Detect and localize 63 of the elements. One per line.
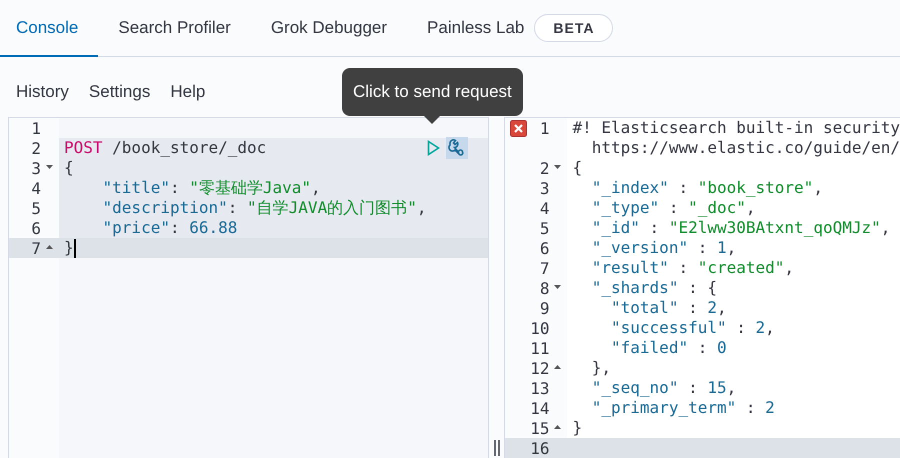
code-line: "_index" : "book_store", xyxy=(590,178,823,198)
tooltip: Click to send request xyxy=(342,68,523,116)
menu-link[interactable]: Settings xyxy=(88,82,150,102)
tab[interactable]: Painless Lab xyxy=(407,0,524,57)
line-number: 4 xyxy=(31,178,41,198)
fold-caret-icon[interactable] xyxy=(554,425,562,429)
code-line: "failed" : 0 xyxy=(610,338,727,358)
tab[interactable]: Console xyxy=(0,0,98,57)
code-line: "_seq_no" : 15, xyxy=(590,378,736,398)
line-number: 14 xyxy=(530,398,550,418)
line-number: 5 xyxy=(31,198,41,218)
tab[interactable]: Search Profiler xyxy=(98,0,251,57)
fold-caret-icon[interactable] xyxy=(46,165,53,169)
code-line: { xyxy=(64,158,74,178)
code-line: } xyxy=(64,238,74,258)
line-number: 2 xyxy=(540,158,550,178)
fold-caret-icon[interactable] xyxy=(554,165,562,169)
line-number: 16 xyxy=(530,438,550,458)
code-line: "_id" : "E2lww30BAtxnt_qoQMJz", xyxy=(590,218,890,238)
line-number: 11 xyxy=(530,338,550,358)
line-number: 6 xyxy=(31,218,41,238)
code-line: "result" : "created", xyxy=(590,258,794,278)
code-line: { xyxy=(572,158,582,178)
code-line: #! Elasticsearch built-in security xyxy=(572,118,900,138)
beta-badge: BETA xyxy=(534,14,614,42)
code-line: "description": "自学JAVA的入门图书", xyxy=(102,198,426,218)
line-number: 13 xyxy=(530,378,550,398)
code-line: "_version" : 1, xyxy=(590,238,736,258)
code-line: "total" : 2, xyxy=(610,298,727,318)
line-number: 1 xyxy=(540,118,550,138)
code-line: "successful" : 2, xyxy=(610,318,775,338)
tooltip-arrow-icon xyxy=(424,116,440,124)
line-number: 6 xyxy=(540,238,550,258)
code-line: https://www.elastic.co/guide/en/ xyxy=(590,138,900,158)
fold-caret-icon[interactable] xyxy=(554,365,562,369)
code-line: "_type" : "_doc", xyxy=(590,198,756,218)
code-line: } xyxy=(572,418,582,438)
line-number: 4 xyxy=(540,198,550,218)
code-line: POST /book_store/_doc xyxy=(64,138,266,158)
line-number: 2 xyxy=(31,138,41,158)
line-number: 8 xyxy=(540,278,550,298)
code-line: }, xyxy=(590,358,612,378)
line-number: 3 xyxy=(31,158,41,178)
line-number: 7 xyxy=(540,258,550,278)
menu-link[interactable]: History xyxy=(16,82,69,102)
code-line: "title": "零基础学Java", xyxy=(102,178,321,198)
resize-handle-icon[interactable] xyxy=(494,440,500,456)
code-line: "_primary_term" : 2 xyxy=(590,398,775,418)
line-number: 7 xyxy=(31,238,41,258)
code-line: "price": 66.88 xyxy=(102,218,238,238)
line-number: 1 xyxy=(31,118,41,138)
line-number: 9 xyxy=(540,298,550,318)
line-number: 5 xyxy=(540,218,550,238)
fold-caret-icon[interactable] xyxy=(46,245,53,249)
tab[interactable]: Grok Debugger xyxy=(250,0,408,57)
wrench-icon[interactable] xyxy=(446,137,468,159)
line-number: 15 xyxy=(530,418,550,438)
code-line: "_shards" : { xyxy=(590,278,717,298)
line-number: 12 xyxy=(530,358,550,378)
line-number: 3 xyxy=(540,178,550,198)
line-number: 10 xyxy=(530,318,550,338)
menu-link[interactable]: Help xyxy=(170,82,206,102)
fold-caret-icon[interactable] xyxy=(554,285,562,289)
